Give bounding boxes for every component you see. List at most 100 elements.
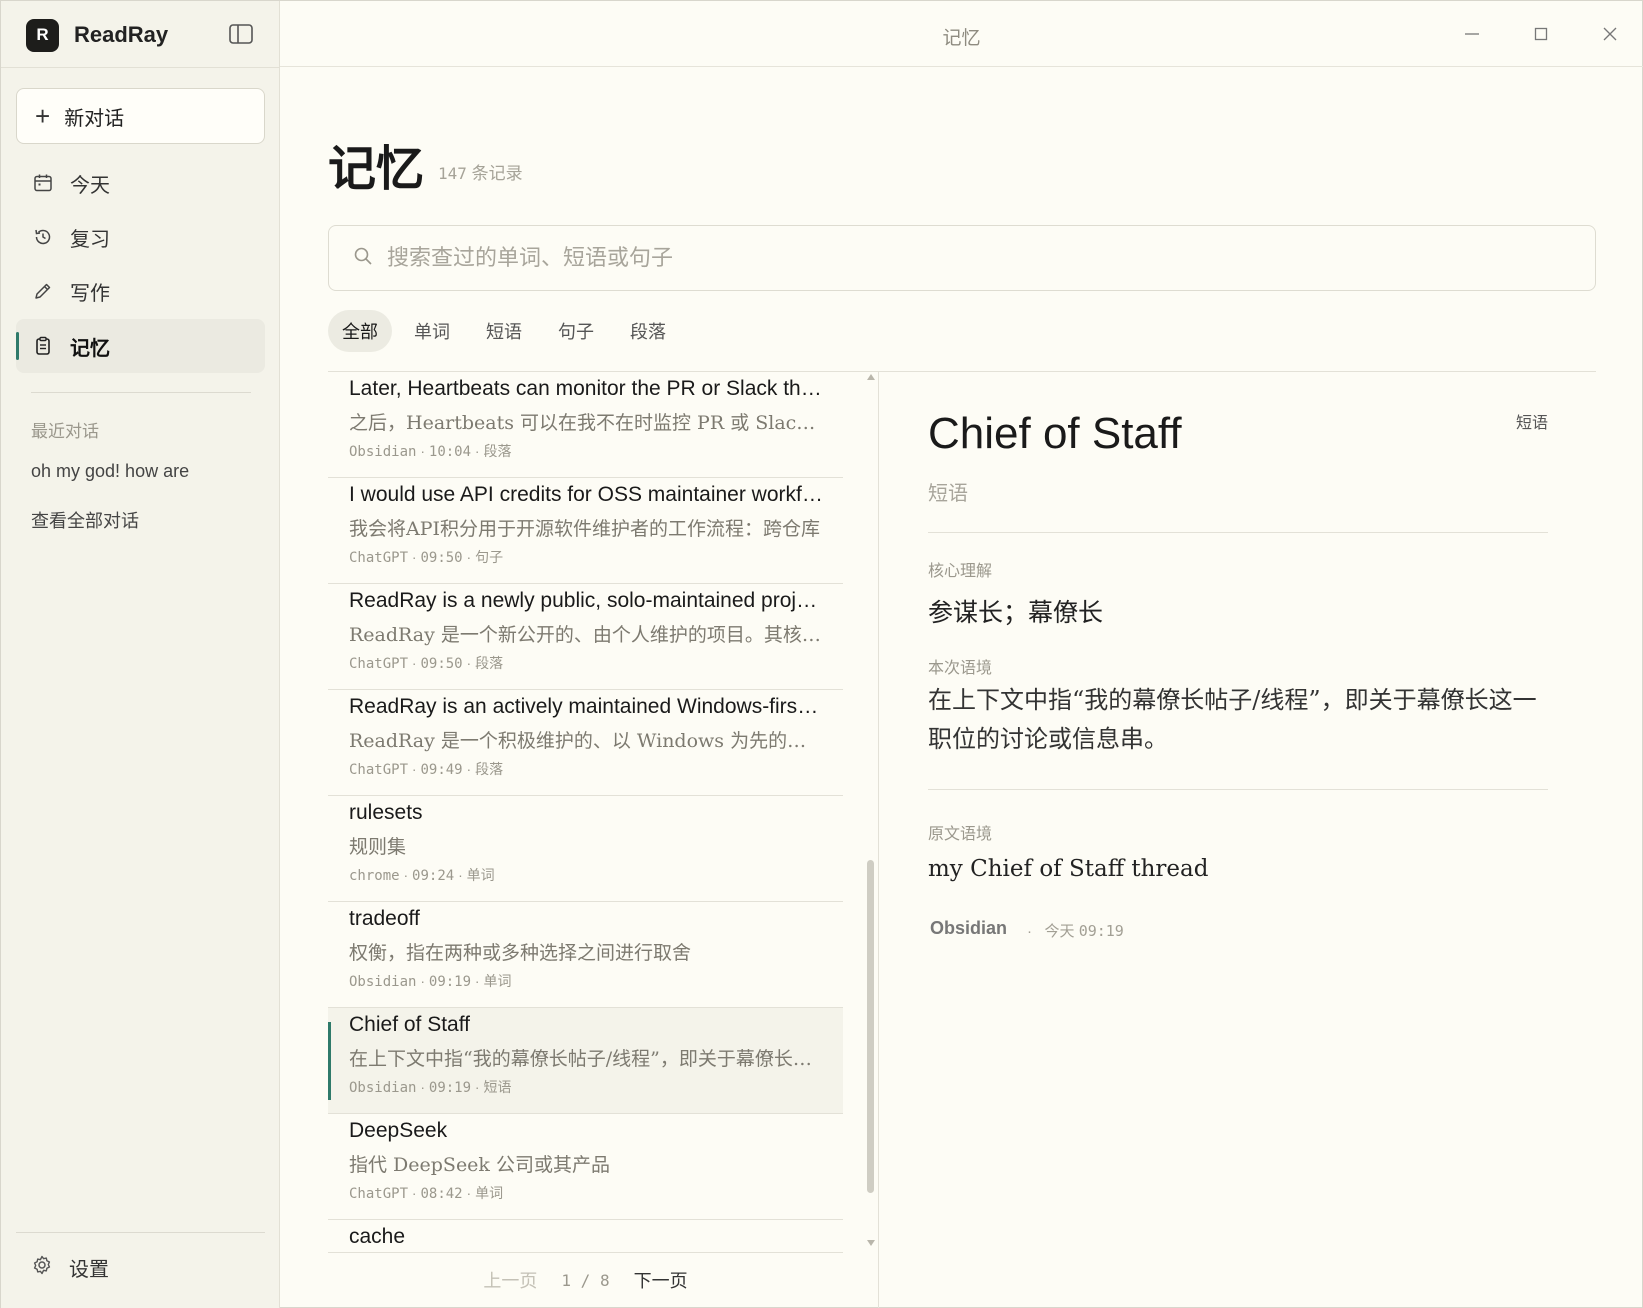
settings-button[interactable]: 设置 bbox=[31, 1253, 109, 1282]
next-page-button[interactable]: 下一页 bbox=[634, 1267, 688, 1293]
context-label: 本次语境 bbox=[928, 660, 993, 677]
item-translation: ReadRay 是一个新公开的、由个人维护的项目。其核心功能 bbox=[349, 624, 824, 646]
detail-title: Chief of Staff bbox=[928, 409, 1182, 458]
item-translation: 我会将API积分用于开源软件维护者的工作流程：跨仓库 bbox=[349, 518, 821, 540]
item-meta: ChatGPT · 09:50 · 段落 bbox=[349, 655, 504, 672]
record-count-number: 147 bbox=[438, 164, 467, 183]
filter-sentence[interactable]: 句子 bbox=[544, 310, 608, 352]
divider bbox=[16, 1232, 265, 1233]
scroll-up-arrow-icon[interactable] bbox=[867, 374, 875, 380]
item-title: cache bbox=[349, 1225, 406, 1248]
gear-icon bbox=[31, 1254, 53, 1281]
app-window: R ReadRay + 新对话 今天 复习 写作 记忆 最近对话 oh my g… bbox=[0, 0, 1643, 1308]
app-name: ReadRay bbox=[74, 22, 169, 47]
new-chat-button[interactable]: + 新对话 bbox=[16, 88, 265, 144]
close-button[interactable] bbox=[1595, 19, 1625, 49]
recent-conversation-item[interactable]: oh my god! how are bbox=[31, 461, 189, 482]
memory-list-item[interactable]: DeepSeek 指代 DeepSeek 公司或其产品 ChatGPT · 08… bbox=[328, 1114, 843, 1220]
view-all-conversations-link[interactable]: 查看全部对话 bbox=[31, 507, 139, 533]
memory-list-item[interactable]: ReadRay is an actively maintained Window… bbox=[328, 690, 843, 796]
pagination: 上一页 1 / 8 下一页 bbox=[328, 1267, 843, 1293]
nav-item-today[interactable]: 今天 bbox=[16, 156, 265, 210]
app-logo: R bbox=[26, 18, 59, 52]
detail-timestamp: · 今天 09:19 bbox=[1027, 922, 1124, 940]
divider bbox=[1, 67, 280, 68]
sidebar-toggle-icon[interactable] bbox=[229, 24, 253, 44]
divider bbox=[328, 1252, 843, 1253]
item-meta: ChatGPT · 09:49 · 段落 bbox=[349, 761, 504, 778]
nav-item-memory[interactable]: 记忆 bbox=[16, 319, 265, 373]
minimize-button[interactable] bbox=[1457, 19, 1487, 49]
scroll-thumb[interactable] bbox=[867, 860, 874, 1193]
item-meta: Obsidian · 10:04 · 段落 bbox=[349, 443, 512, 460]
nav-item-label: 写作 bbox=[70, 282, 110, 305]
clipboard-icon bbox=[32, 335, 54, 357]
item-translation: 之后，Heartbeats 可以在我不在时监控 PR 或 Slack 线程 bbox=[349, 412, 824, 434]
detail-type: 短语 bbox=[928, 483, 968, 505]
item-meta: chrome · 09:24 · 单词 bbox=[349, 867, 495, 884]
original-context-label: 原文语境 bbox=[928, 826, 993, 843]
item-meta: Obsidian · 09:19 · 短语 bbox=[349, 1079, 512, 1096]
nav-item-label: 今天 bbox=[70, 174, 110, 197]
core-meaning: 参谋长；幕僚长 bbox=[928, 598, 1104, 627]
search-input[interactable] bbox=[387, 245, 1537, 271]
settings-label: 设置 bbox=[69, 1259, 109, 1281]
list-scrollbar[interactable] bbox=[865, 374, 877, 1252]
detail-source: Obsidian bbox=[930, 918, 1008, 938]
page-indicator: 1 / 8 bbox=[561, 1270, 610, 1290]
scroll-down-arrow-icon[interactable] bbox=[867, 1240, 875, 1246]
brand: R ReadRay bbox=[26, 18, 168, 52]
item-title: I would use API credits for OSS maintain… bbox=[349, 483, 824, 506]
item-meta: Obsidian · 09:19 · 单词 bbox=[349, 973, 512, 990]
calendar-icon bbox=[32, 172, 54, 194]
context-explanation: 在上下文中指“我的幕僚长帖子/线程”，即关于幕僚长这一职位的讨论或信息串。 bbox=[928, 686, 1537, 753]
search-icon bbox=[353, 246, 373, 271]
divider bbox=[928, 789, 1548, 790]
item-title: rulesets bbox=[349, 801, 423, 824]
item-title: tradeoff bbox=[349, 907, 420, 930]
item-translation: 指代 DeepSeek 公司或其产品 bbox=[349, 1154, 610, 1176]
history-icon bbox=[32, 226, 54, 248]
memory-list: Later, Heartbeats can monitor the PR or … bbox=[328, 372, 843, 1252]
recent-title: 最近对话 bbox=[31, 422, 99, 441]
item-meta: ChatGPT · 08:42 · 单词 bbox=[349, 1185, 504, 1202]
nav-item-review[interactable]: 复习 bbox=[16, 210, 265, 264]
item-title: ReadRay is an actively maintained Window… bbox=[349, 695, 824, 718]
item-meta: ChatGPT · 09:50 · 句子 bbox=[349, 549, 504, 566]
filter-word[interactable]: 单词 bbox=[400, 310, 464, 352]
original-context: my Chief of Staff thread bbox=[928, 856, 1209, 882]
new-chat-label: 新对话 bbox=[64, 107, 125, 130]
item-title: DeepSeek bbox=[349, 1119, 448, 1142]
filter-tabs: 全部 单词 短语 句子 段落 bbox=[328, 310, 688, 352]
memory-list-item[interactable]: rulesets 规则集 chrome · 09:24 · 单词 bbox=[328, 796, 843, 902]
record-count: 147 条记录 bbox=[438, 159, 523, 184]
plus-icon: + bbox=[35, 101, 51, 131]
memory-list-item[interactable]: ReadRay is a newly public, solo-maintain… bbox=[328, 584, 843, 690]
nav-item-label: 记忆 bbox=[70, 337, 110, 360]
filter-paragraph[interactable]: 段落 bbox=[616, 310, 680, 352]
memory-list-item-selected[interactable]: Chief of Staff 在上下文中指“我的幕僚长帖子/线程”，即关于幕僚长… bbox=[328, 1008, 843, 1114]
item-title: Later, Heartbeats can monitor the PR or … bbox=[349, 377, 824, 400]
maximize-button[interactable] bbox=[1526, 19, 1556, 49]
record-count-unit: 条记录 bbox=[471, 164, 523, 183]
memory-list-item[interactable]: Later, Heartbeats can monitor the PR or … bbox=[328, 372, 843, 478]
search-box[interactable] bbox=[328, 225, 1596, 291]
item-translation: 规则集 bbox=[349, 836, 407, 858]
memory-list-item[interactable]: I would use API credits for OSS maintain… bbox=[328, 478, 843, 584]
item-translation: ReadRay 是一个积极维护的、以 Windows 为先的开源项目 bbox=[349, 730, 824, 752]
filter-phrase[interactable]: 短语 bbox=[472, 310, 536, 352]
item-translation: 权衡，指在两种或多种选择之间进行取舍 bbox=[349, 942, 692, 964]
window-title: 记忆 bbox=[942, 28, 981, 49]
memory-list-item[interactable]: tradeoff 权衡，指在两种或多种选择之间进行取舍 Obsidian · 0… bbox=[328, 902, 843, 1008]
filter-all[interactable]: 全部 bbox=[328, 310, 392, 352]
prev-page-button[interactable]: 上一页 bbox=[483, 1267, 537, 1293]
nav-item-writing[interactable]: 写作 bbox=[16, 264, 265, 318]
nav-item-label: 复习 bbox=[70, 228, 110, 251]
divider bbox=[928, 532, 1548, 533]
core-meaning-label: 核心理解 bbox=[928, 563, 993, 580]
page-title: 记忆 bbox=[328, 143, 425, 196]
pencil-icon bbox=[32, 280, 54, 302]
sidebar: R ReadRay + 新对话 今天 复习 写作 记忆 最近对话 oh my g… bbox=[1, 1, 280, 1308]
title-bar: 记忆 bbox=[280, 1, 1643, 67]
memory-list-item[interactable]: cache bbox=[328, 1220, 843, 1252]
